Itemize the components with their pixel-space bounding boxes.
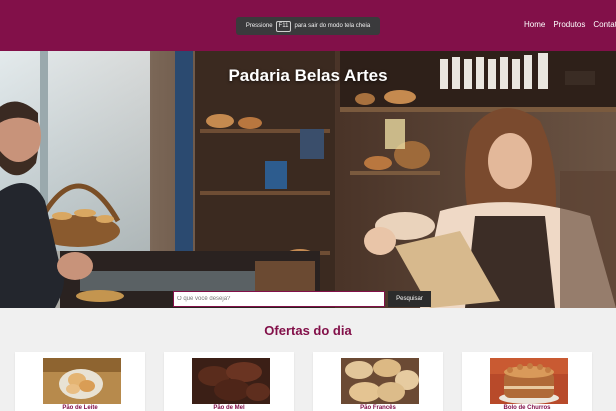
product-card[interactable]: Pão Francês	[313, 352, 443, 411]
hero-title: Padaria Belas Artes	[228, 66, 388, 85]
product-card[interactable]: Pão de Leite	[15, 352, 145, 411]
product-name: Pão de Leite	[62, 405, 98, 411]
offers-section: Ofertas do dia Pão de Leite Pão de Mel P…	[0, 308, 616, 411]
search-button[interactable]: Pesquisar	[388, 291, 431, 307]
page: Pressione F11 para sair do modo tela che…	[0, 0, 616, 411]
product-image	[490, 358, 568, 404]
product-name: Bolo de Churros	[503, 405, 551, 411]
bakery-hero-image	[0, 51, 616, 308]
product-image	[192, 358, 270, 404]
hero-banner: Padaria Belas Artes Pesquisar	[0, 51, 616, 308]
site-header: Pressione F11 para sair do modo tela che…	[0, 0, 616, 51]
fullscreen-notice-suffix: para sair do modo tela cheia	[294, 23, 371, 29]
main-nav: Home Produtos Contato	[524, 20, 616, 29]
product-name: Pão Francês	[360, 405, 396, 411]
offers-title: Ofertas do dia	[264, 323, 352, 338]
search-input[interactable]	[173, 291, 385, 307]
search-bar: Pesquisar	[173, 291, 431, 307]
nav-contato-link[interactable]: Contato	[593, 20, 616, 29]
product-name: Pão de Mel	[213, 405, 245, 411]
nav-produtos-link[interactable]: Produtos	[553, 20, 585, 29]
product-card[interactable]: Bolo de Churros	[462, 352, 592, 411]
fullscreen-notice: Pressione F11 para sair do modo tela che…	[236, 17, 380, 35]
nav-home-link[interactable]: Home	[524, 20, 545, 29]
product-card[interactable]: Pão de Mel	[164, 352, 294, 411]
f11-key: F11	[275, 20, 292, 32]
product-image	[341, 358, 419, 404]
fullscreen-notice-prefix: Pressione	[245, 23, 273, 29]
product-image	[43, 358, 121, 404]
